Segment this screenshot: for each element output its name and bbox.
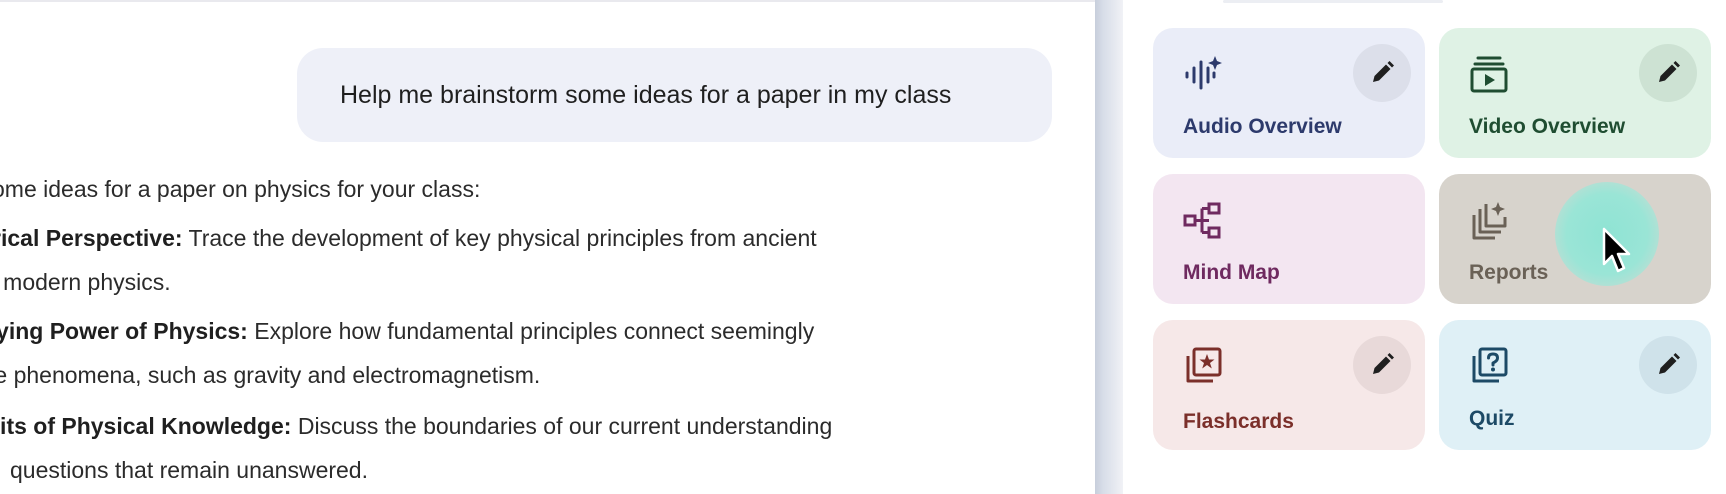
response-item-text: Explore how fundamental principles conne… [247,318,815,344]
card-label: Mind Map [1183,261,1280,284]
video-overview-card[interactable]: Video Overview [1439,28,1711,158]
panel-header-edge [1223,0,1443,3]
card-label: Reports [1469,261,1549,284]
card-label: Audio Overview [1183,115,1342,138]
response-item-continuation: o modern physics. [0,269,171,295]
edit-button[interactable] [1353,44,1411,102]
edit-button[interactable] [1353,336,1411,394]
response-list-item: orical Perspective: Trace the developmen… [0,216,817,304]
pencil-icon [1373,353,1394,374]
response-item-text: Discuss the boundaries of our current un… [291,413,833,439]
user-message-text: Help me brainstorm some ideas for a pape… [340,80,952,109]
video-stack-icon [1470,56,1508,93]
quiz-icon [1472,347,1508,383]
audio-waveform-icon [1185,56,1222,90]
mind-map-card[interactable]: Mind Map [1153,174,1425,304]
response-item-continuation: questions that remain unanswered. [10,457,368,483]
chat-panel: Help me brainstorm some ideas for a pape… [0,0,1095,494]
divider [0,0,1095,2]
edit-button[interactable] [1639,44,1697,102]
response-item-text: Trace the development of key physical pr… [182,225,817,251]
quiz-card[interactable]: Quiz [1439,320,1711,450]
flashcards-icon [1186,347,1222,383]
user-message-bubble: Help me brainstorm some ideas for a pape… [297,48,1052,142]
response-item-continuation: te phenomena, such as gravity and electr… [0,362,541,388]
audio-overview-card[interactable]: Audio Overview [1153,28,1425,158]
reports-icon [1472,202,1507,240]
edit-button[interactable] [1639,336,1697,394]
card-label: Flashcards [1183,410,1294,433]
response-item-title: orical Perspective: [0,225,183,251]
pencil-icon [1373,61,1394,82]
card-label: Quiz [1469,407,1515,430]
mouse-cursor-icon [1602,227,1631,273]
panel-resize-handle[interactable] [1095,0,1123,494]
studio-panel: Audio Overview Video Overview Mind Map R… [1123,0,1726,494]
mind-map-icon [1183,202,1221,239]
response-list-item: ifying Power of Physics: Explore how fun… [0,309,814,397]
response-item-title: ifying Power of Physics: [0,318,248,344]
card-label: Video Overview [1469,115,1626,138]
pencil-icon [1659,353,1680,374]
response-list-item: nits of Physical Knowledge: Discuss the … [0,404,832,492]
pencil-icon [1659,61,1680,82]
response-intro: ome ideas for a paper on physics for you… [0,176,481,202]
response-item-title: nits of Physical Knowledge: [0,413,292,439]
flashcards-card[interactable]: Flashcards [1153,320,1425,450]
